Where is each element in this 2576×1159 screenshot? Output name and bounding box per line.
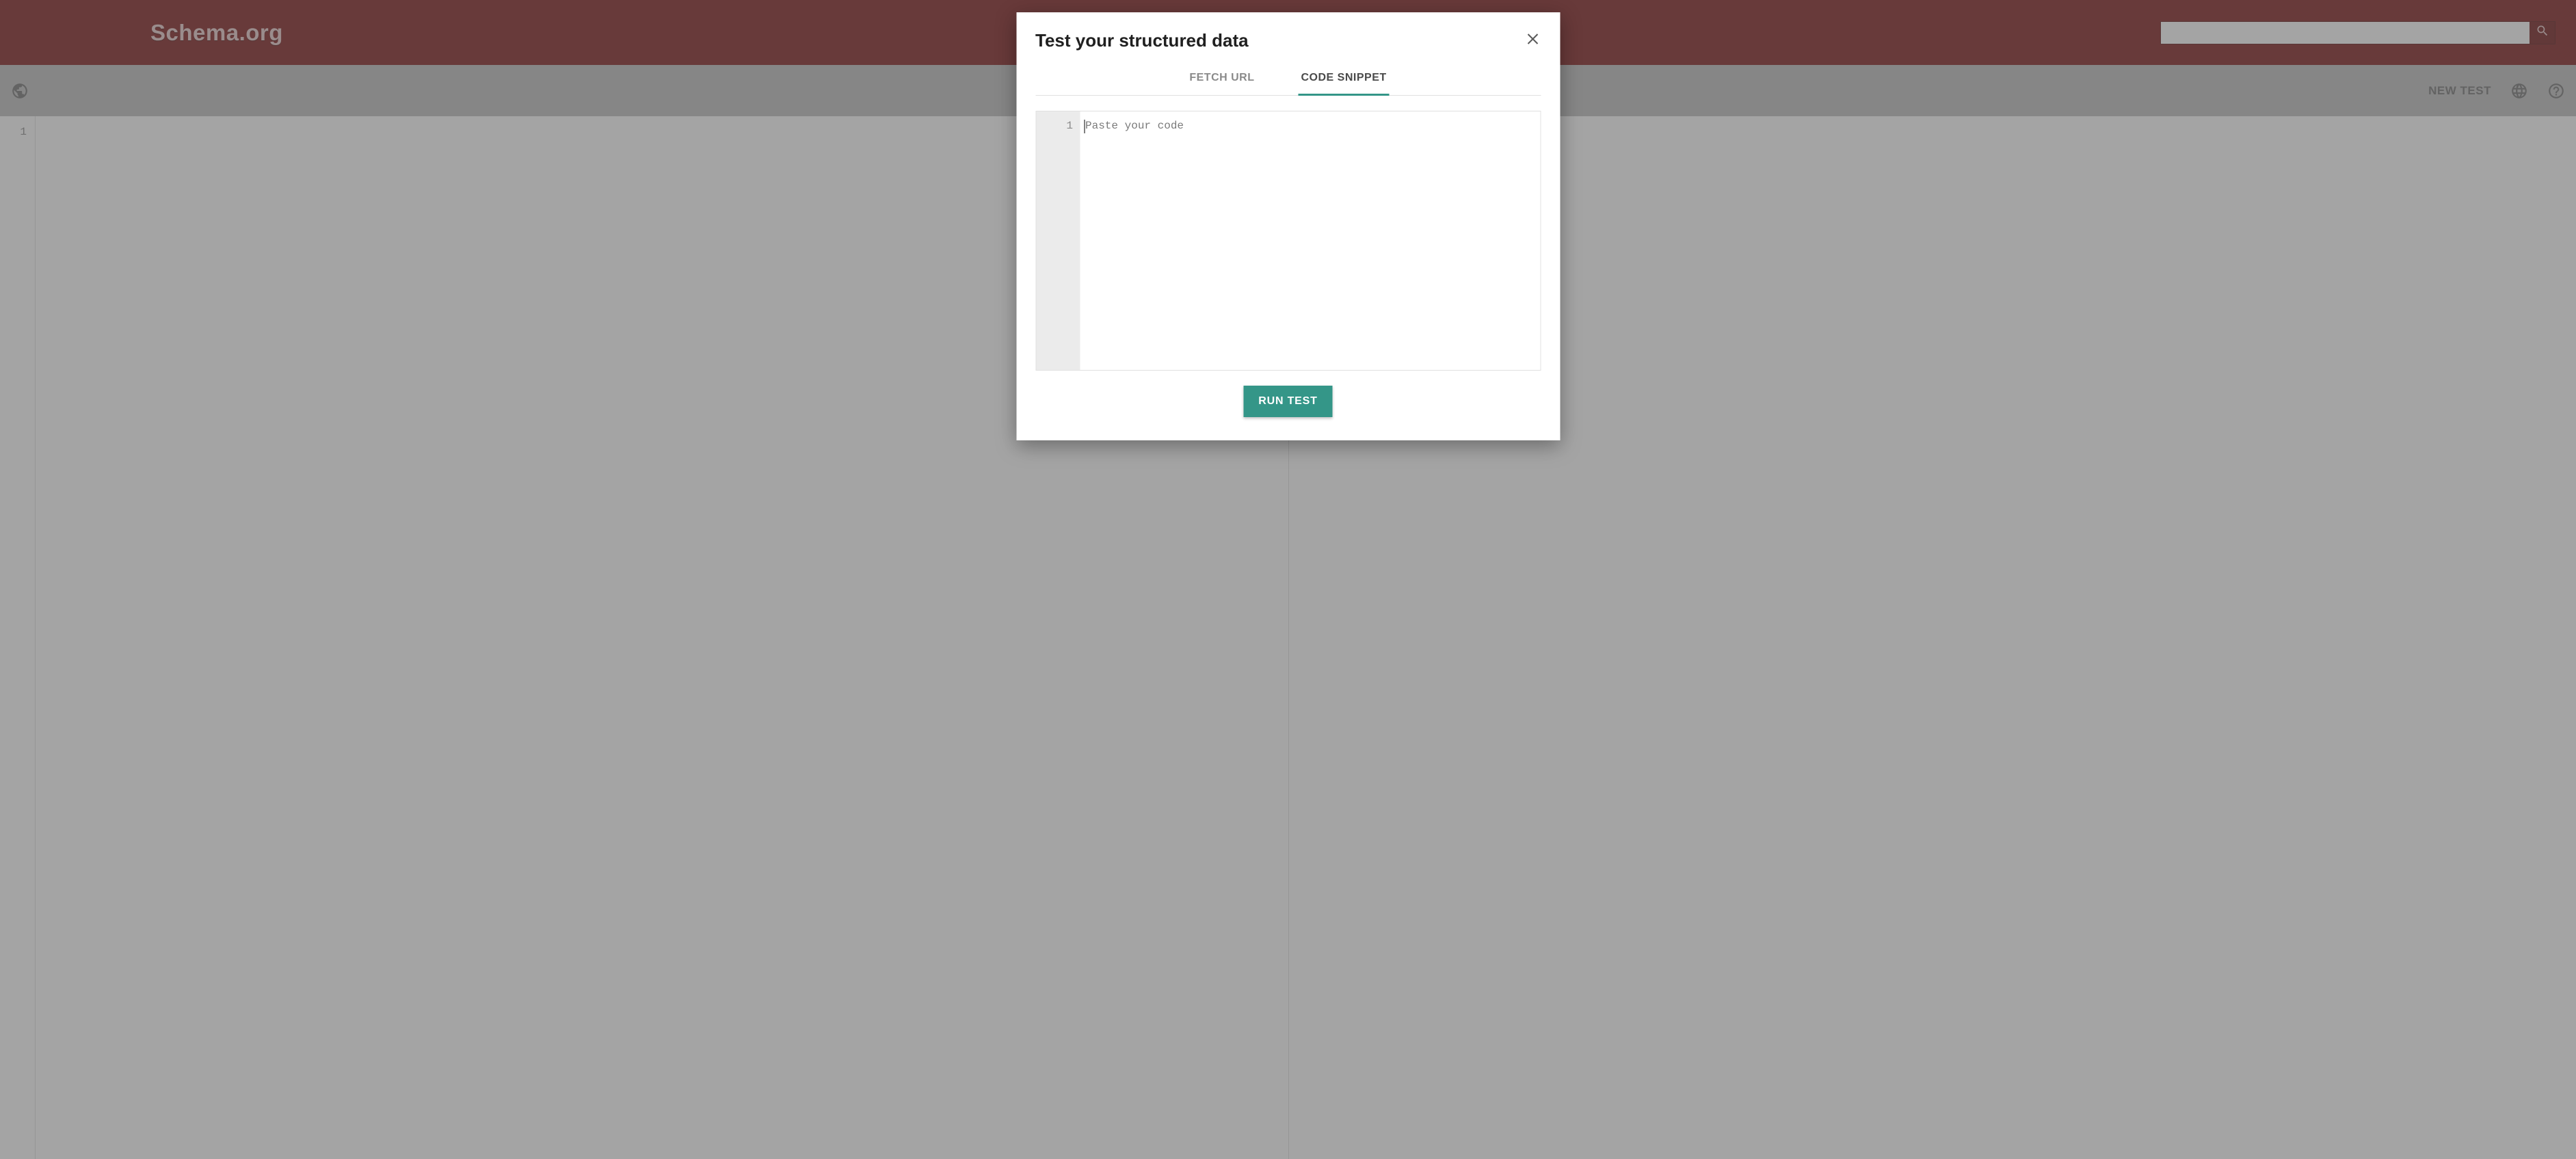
tab-fetch-url[interactable]: FETCH URL <box>1186 65 1257 95</box>
line-number: 1 <box>1066 120 1073 132</box>
code-editor: 1 <box>1035 111 1541 371</box>
modal-tabs: FETCH URL CODE SNIPPET <box>1035 65 1541 96</box>
tab-code-snippet[interactable]: CODE SNIPPET <box>1299 65 1390 96</box>
text-caret <box>1084 120 1085 133</box>
test-structured-data-modal: Test your structured data FETCH URL CODE… <box>1016 12 1560 440</box>
code-editor-area <box>1080 111 1540 370</box>
code-editor-gutter: 1 <box>1036 111 1080 370</box>
close-button[interactable] <box>1524 31 1541 51</box>
modal-title: Test your structured data <box>1035 30 1249 51</box>
code-input[interactable] <box>1080 111 1540 370</box>
modal-header: Test your structured data <box>1016 12 1560 51</box>
run-test-button[interactable]: RUN TEST <box>1243 386 1332 417</box>
close-icon <box>1524 31 1541 51</box>
